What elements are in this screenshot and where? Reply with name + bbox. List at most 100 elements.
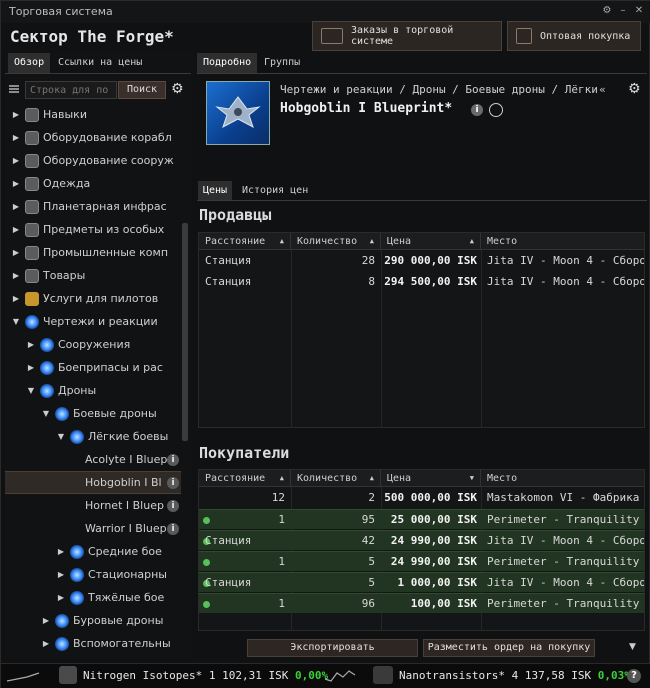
table-row[interactable]: Станция 28 290 000,00 ISK Jita IV - Moon 4 … (199, 251, 644, 271)
table-row[interactable]: 12 2 500 000,00 ISK Mastakomon VI - Фабрика (199, 488, 644, 508)
place-buy-order-button[interactable]: Разместить ордер на покупку (423, 639, 595, 657)
close-icon[interactable]: ✕ (633, 5, 645, 17)
expand-right-icon[interactable]: ▶ (56, 593, 66, 602)
info-icon[interactable]: i (167, 499, 179, 512)
tree-item[interactable]: ▶ Сооружения (5, 333, 181, 356)
search-input[interactable] (25, 81, 117, 99)
table-row[interactable]: Станция 5 1 000,00 ISK Jita IV - Moon 4 - С… (199, 572, 644, 592)
sort-arrow-icon: ▲ (279, 237, 284, 245)
gear-icon[interactable]: ⚙ (171, 82, 185, 96)
tree-item[interactable]: ▼ Лёгкие боевы (5, 425, 181, 448)
tree-item[interactable]: ▶ Товары (5, 264, 181, 287)
table-header: Расстояние ▲ Количество ▲ Цена ▼ Место (199, 470, 644, 487)
expand-right-icon[interactable]: ▶ (11, 156, 21, 165)
tree-item[interactable]: ▶ Боеприпасы и рас (5, 356, 181, 379)
table-row[interactable]: 1 96 100,00 ISK Perimeter - Tranquility Tra… (199, 593, 644, 613)
cell-quantity: 8 (368, 275, 375, 288)
column-header-distance[interactable]: Расстояние ▲ (199, 470, 291, 487)
tree-item[interactable]: Hornet I Bluep i (5, 494, 181, 517)
column-header-location[interactable]: Место (481, 470, 644, 487)
expand-right-icon[interactable]: ▶ (41, 616, 51, 625)
tree-item[interactable]: Hobgoblin I Bl i (5, 471, 181, 494)
tree-item[interactable]: ▶ Тяжёлые бое (5, 586, 181, 609)
tree-item[interactable]: ▶ Средние бое (5, 540, 181, 563)
ticker-item-1[interactable]: Nitrogen Isotopes* 1 102,31 ISK 0,00% (83, 669, 328, 682)
tree-item[interactable]: Warrior I Bluep i (5, 517, 181, 540)
tree-item[interactable]: ▶ Вспомогательны (5, 632, 181, 655)
tab-prices[interactable]: Цены (198, 181, 233, 200)
expand-right-icon[interactable]: ▶ (11, 110, 21, 119)
filter-icon[interactable] (8, 83, 20, 95)
sort-arrow-icon: ▼ (469, 474, 474, 482)
table-row[interactable]: Станция 42 24 990,00 ISK Jita IV - Moon 4 -… (199, 530, 644, 550)
info-icon[interactable]: i (167, 476, 179, 489)
expand-right-icon[interactable]: ▶ (41, 639, 51, 648)
tab-overview[interactable]: Обзор (8, 53, 51, 73)
tree-item[interactable]: ▼ Боевые дроны (5, 402, 181, 425)
expand-right-icon[interactable]: ▶ (11, 179, 21, 188)
settings-dot-icon[interactable]: ⚙ (601, 5, 613, 17)
expand-right-icon[interactable]: ▶ (56, 547, 66, 556)
expand-down-icon[interactable]: ▼ (11, 317, 21, 326)
ticker-item-2[interactable]: Nanotransistors* 4 137,58 ISK 0,03% (399, 669, 631, 682)
tree-item[interactable]: ▶ Навыки (5, 103, 181, 126)
target-icon[interactable] (489, 103, 503, 117)
column-header-distance[interactable]: Расстояние ▲ (199, 233, 291, 250)
nanotransistors-icon[interactable] (373, 666, 393, 684)
expand-right-icon[interactable]: ▶ (26, 340, 36, 349)
chevron-down-icon[interactable]: ▼ (629, 642, 636, 652)
tree-item[interactable]: ▼ Дроны (5, 379, 181, 402)
expand-down-icon[interactable]: ▼ (26, 386, 36, 395)
tree-item[interactable]: ▶ Планетарная инфрас (5, 195, 181, 218)
expand-down-icon[interactable]: ▼ (56, 432, 66, 441)
expand-right-icon[interactable]: ▶ (11, 225, 21, 234)
tree-item[interactable]: ▶ Промышленные комп (5, 241, 181, 264)
tree-item[interactable]: ▶ Одежда (5, 172, 181, 195)
collapse-icon[interactable]: « (599, 83, 606, 96)
expand-down-icon[interactable]: ▼ (41, 409, 51, 418)
table-row[interactable]: 1 5 24 990,00 ISK Perimeter - Tranquility T… (199, 551, 644, 571)
column-header-quantity[interactable]: Количество ▲ (291, 470, 381, 487)
help-icon[interactable]: ? (627, 669, 641, 683)
column-header-price[interactable]: Цена ▼ (381, 470, 481, 487)
tree-item[interactable]: ▶ Предметы из особых (5, 218, 181, 241)
breadcrumb[interactable]: Чертежи и реакции / Дроны / Боевые дроны… (280, 83, 598, 96)
tab-details[interactable]: Подробно (197, 53, 258, 73)
tree-item[interactable]: ▼ Чертежи и реакции (5, 310, 181, 333)
expand-right-icon[interactable]: ▶ (11, 133, 21, 142)
tab-price-history[interactable]: История цен (237, 181, 313, 200)
info-icon[interactable]: i (471, 104, 483, 116)
column-header-quantity[interactable]: Количество ▲ (291, 233, 381, 250)
blueprint-icon (70, 590, 84, 605)
minimize-icon[interactable]: – (617, 5, 629, 17)
expand-right-icon[interactable]: ▶ (11, 248, 21, 257)
tree-item[interactable]: ▶ Стационарны (5, 563, 181, 586)
details-gear-icon[interactable]: ⚙ (628, 81, 641, 97)
info-icon[interactable]: i (167, 453, 179, 466)
tree-item[interactable]: ▶ Оборудование корабл (5, 126, 181, 149)
ticker-price: 1 102,31 ISK (208, 669, 289, 682)
column-header-location[interactable]: Место (481, 233, 644, 250)
expand-right-icon[interactable]: ▶ (26, 363, 36, 372)
bulk-buy-button[interactable]: Оптовая покупка (507, 21, 641, 51)
tree-item[interactable]: ▶ Буровые дроны (5, 609, 181, 632)
tree-item[interactable]: ▶Дроны РЭБ (5, 655, 181, 659)
tree-item[interactable]: ▶ Оборудование сооруж (5, 149, 181, 172)
tab-groups[interactable]: Группы (258, 53, 306, 73)
tab-quickbar[interactable]: Ссылки на цены (52, 53, 148, 73)
expand-right-icon[interactable]: ▶ (11, 202, 21, 211)
expand-right-icon[interactable]: ▶ (11, 271, 21, 280)
table-row[interactable]: Станция 8 294 500,00 ISK Jita IV - Moon 4 -… (199, 272, 644, 292)
info-icon[interactable]: i (167, 522, 179, 535)
expand-right-icon[interactable]: ▶ (11, 294, 21, 303)
market-orders-button[interactable]: Заказы в торговой системе (312, 21, 502, 51)
tree-item[interactable]: Acolyte I Bluep i (5, 448, 181, 471)
export-button[interactable]: Экспортировать (247, 639, 418, 657)
nitrogen-isotopes-icon[interactable] (59, 666, 77, 684)
tree-scrollbar[interactable] (182, 223, 188, 441)
column-header-price[interactable]: Цена ▲ (381, 233, 481, 250)
table-row[interactable]: 1 95 25 000,00 ISK Perimeter - Tranquility … (199, 509, 644, 529)
tree-item[interactable]: ▶ Услуги для пилотов (5, 287, 181, 310)
expand-right-icon[interactable]: ▶ (56, 570, 66, 579)
search-button[interactable]: Поиск (118, 81, 166, 99)
